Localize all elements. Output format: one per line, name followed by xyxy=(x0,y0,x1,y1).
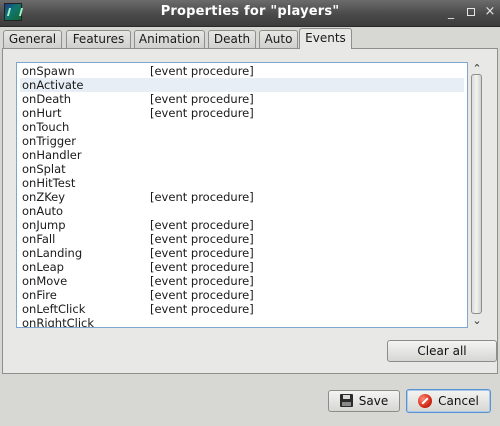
event-row[interactable]: onZKey [event procedure] xyxy=(20,190,464,204)
event-name: onActivate xyxy=(22,78,84,92)
event-name: onSplat xyxy=(22,162,66,176)
event-name: onFire xyxy=(22,288,57,302)
event-name: onLeap xyxy=(22,260,64,274)
floppy-disk-icon xyxy=(339,394,353,407)
save-label: Save xyxy=(358,394,389,408)
event-procedure: [event procedure] xyxy=(150,232,254,246)
close-button[interactable]: × xyxy=(483,5,497,19)
clear-all-label: Clear all xyxy=(417,344,467,358)
event-row[interactable]: onSpawn [event procedure] xyxy=(20,64,464,78)
event-procedure: [event procedure] xyxy=(150,64,254,78)
minimize-button[interactable]: _ xyxy=(444,5,458,19)
event-row[interactable]: onMove [event procedure] xyxy=(20,274,464,288)
title-bar[interactable]: Properties for "players" _ × xyxy=(0,0,500,27)
event-name: onZKey xyxy=(22,190,66,204)
event-procedure: [event procedure] xyxy=(150,218,254,232)
event-name: onFall xyxy=(22,232,56,246)
cancel-icon xyxy=(418,393,433,408)
cancel-label: Cancel xyxy=(438,394,479,408)
save-button[interactable]: Save xyxy=(328,390,400,412)
event-name: onLanding xyxy=(22,246,83,260)
event-row[interactable]: onHandler xyxy=(20,148,464,162)
tab-label: Animation xyxy=(138,32,201,46)
tab-auto[interactable]: Auto xyxy=(259,30,298,48)
event-row[interactable]: onRightClick xyxy=(20,316,464,328)
event-row[interactable]: onJump [event procedure] xyxy=(20,218,464,232)
tab-label: Events xyxy=(305,31,346,45)
event-row[interactable]: onLeftClick [event procedure] xyxy=(20,302,464,316)
tab-features[interactable]: Features xyxy=(66,30,131,48)
event-row[interactable]: onHitTest xyxy=(20,176,464,190)
event-row[interactable]: onFall [event procedure] xyxy=(20,232,464,246)
event-name: onMove xyxy=(22,274,68,288)
event-row[interactable]: onHurt [event procedure] xyxy=(20,106,464,120)
event-name: onHitTest xyxy=(22,176,76,190)
event-row[interactable]: onActivate xyxy=(20,78,464,92)
event-row[interactable]: onTrigger xyxy=(20,134,464,148)
tab-animation[interactable]: Animation xyxy=(134,30,205,48)
scrollbar-thumb[interactable] xyxy=(471,74,482,314)
tab-label: General xyxy=(8,32,57,46)
event-procedure: [event procedure] xyxy=(150,106,254,120)
event-row[interactable]: onFire [event procedure] xyxy=(20,288,464,302)
event-procedure: [event procedure] xyxy=(150,246,254,260)
event-name: onSpawn xyxy=(22,64,75,78)
event-name: onTouch xyxy=(22,120,70,134)
event-name: onLeftClick xyxy=(22,302,86,316)
event-row[interactable]: onDeath [event procedure] xyxy=(20,92,464,106)
tab-label: Death xyxy=(213,32,251,46)
event-row[interactable]: onAuto xyxy=(20,204,464,218)
event-row[interactable]: onTouch xyxy=(20,120,464,134)
clear-all-button[interactable]: Clear all xyxy=(387,340,497,362)
tab-label: Auto xyxy=(264,32,293,46)
event-procedure: [event procedure] xyxy=(150,302,254,316)
event-name: onHandler xyxy=(22,148,82,162)
vertical-scrollbar[interactable]: ⌃ ⌄ xyxy=(469,62,485,328)
event-row[interactable]: onSplat xyxy=(20,162,464,176)
event-row[interactable]: onLanding [event procedure] xyxy=(20,246,464,260)
event-procedure: [event procedure] xyxy=(150,92,254,106)
event-row[interactable]: onLeap [event procedure] xyxy=(20,260,464,274)
event-procedure: [event procedure] xyxy=(150,288,254,302)
maximize-icon xyxy=(467,8,475,16)
event-name: onTrigger xyxy=(22,134,76,148)
event-name: onRightClick xyxy=(22,316,95,328)
window-title: Properties for "players" xyxy=(160,4,340,19)
event-procedure: [event procedure] xyxy=(150,260,254,274)
event-procedure: [event procedure] xyxy=(150,274,254,288)
tab-general[interactable]: General xyxy=(3,30,62,48)
event-name: onAuto xyxy=(22,204,64,218)
event-name: onHurt xyxy=(22,106,62,120)
scroll-down-icon[interactable]: ⌄ xyxy=(469,314,485,328)
tab-death[interactable]: Death xyxy=(208,30,256,48)
event-list[interactable]: onSpawn [event procedure] onActivate onDeat… xyxy=(16,62,468,328)
cancel-button[interactable]: Cancel xyxy=(406,389,491,413)
event-name: onDeath xyxy=(22,92,72,106)
maximize-button[interactable] xyxy=(464,5,478,19)
event-procedure: [event procedure] xyxy=(150,190,254,204)
event-name: onJump xyxy=(22,218,66,232)
tab-label: Features xyxy=(72,32,125,46)
tab-events[interactable]: Events xyxy=(299,28,352,49)
